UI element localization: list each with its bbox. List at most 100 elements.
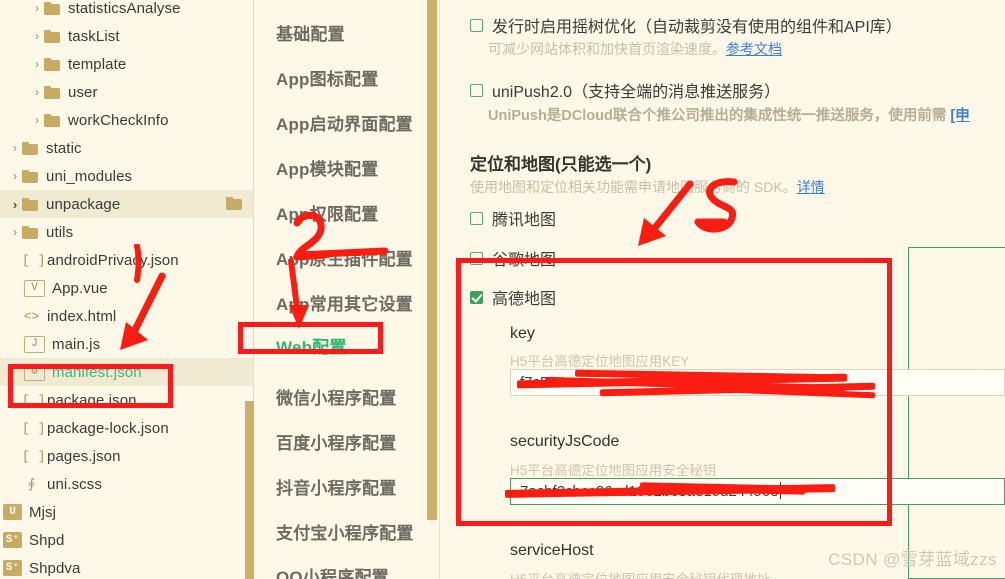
- tree-item-label: androidPrivacy.json: [47, 251, 179, 269]
- config-nav-panel[interactable]: 基础配置 App图标配置 App启动界面配置 App模块配置 App权限配置 App原生插…: [254, 0, 440, 579]
- tree-shaking-option[interactable]: 发行时启用摇树优化（自动裁剪没有使用的组件和API库）: [470, 13, 902, 37]
- amap-securityjscode-input[interactable]: 7acbf2cbcc86cd1061b65ae19d24496e: [510, 478, 1005, 505]
- tree-shaking-doc-link[interactable]: 参考文档: [726, 41, 782, 57]
- tree-row[interactable]: [ ] pages.json: [0, 442, 253, 470]
- amap-servicehost-hint: H5平台高德定位地图应用安全秘钥代理地址: [510, 568, 770, 579]
- unipush-hint: UniPush是DCloud联合个推公司推出的集成性统一推送服务，使用前需 [申: [488, 104, 970, 125]
- config-nav-item[interactable]: 基础配置: [276, 20, 345, 45]
- unipush-checkbox[interactable]: [470, 83, 483, 97]
- chevron-right-icon[interactable]: ›: [8, 197, 22, 212]
- config-nav-item[interactable]: 支付宝小程序配置: [276, 519, 414, 544]
- unipush-label: uniPush2.0（支持全端的消息推送服务）: [492, 84, 781, 101]
- tree-row[interactable]: Jmain.js: [0, 330, 253, 358]
- tree-row[interactable]: <> index.html: [0, 302, 253, 330]
- amap-option[interactable]: 高德地图: [470, 285, 556, 309]
- tree-item-label: Shpdva: [29, 559, 81, 577]
- map-sdk-detail-link[interactable]: 详情: [797, 179, 825, 195]
- amap-key-label: key: [510, 325, 535, 342]
- tree-row[interactable]: U Mjsj: [0, 498, 253, 526]
- google-map-checkbox[interactable]: [470, 251, 483, 265]
- amap-checkbox[interactable]: [470, 290, 483, 304]
- config-nav-item[interactable]: 百度小程序配置: [276, 429, 396, 454]
- tree-row[interactable]: › taskList: [0, 22, 253, 50]
- chevron-right-icon[interactable]: ›: [30, 57, 44, 71]
- google-map-label: 谷歌地图: [492, 252, 557, 269]
- folder-icon: [22, 169, 39, 183]
- config-nav-item[interactable]: App启动界面配置: [276, 110, 413, 135]
- tree-shaking-checkbox[interactable]: [470, 18, 483, 32]
- amap-key-input[interactable]: f7c514: [510, 369, 1005, 396]
- tree-row[interactable]: › uni_modules: [0, 162, 253, 190]
- json-file-icon: [ ]: [22, 252, 46, 268]
- folder-icon: [44, 1, 61, 15]
- tree-row[interactable]: S⁺ Shpdva: [0, 554, 253, 579]
- vue-file-icon: V: [24, 279, 45, 297]
- tree-row[interactable]: ∮ uni.scss: [0, 470, 253, 498]
- amap-servicehost-label: serviceHost: [510, 542, 594, 559]
- tree-item-label: uni.scss: [47, 475, 102, 493]
- chevron-right-icon[interactable]: ›: [8, 141, 22, 155]
- tree-row[interactable]: › user: [0, 78, 253, 106]
- tree-row[interactable]: [ ] package-lock.json: [0, 414, 253, 442]
- tree-row[interactable]: V App.vue: [0, 274, 253, 302]
- tree-item-label: index.html: [47, 307, 117, 325]
- unipush-option[interactable]: uniPush2.0（支持全端的消息推送服务）: [470, 78, 780, 102]
- folder-icon: [44, 85, 61, 99]
- google-map-option[interactable]: 谷歌地图: [470, 246, 556, 270]
- tree-item-label: taskList: [68, 27, 120, 45]
- chevron-right-icon[interactable]: ›: [8, 225, 22, 239]
- tree-item-label: pages.json: [47, 447, 121, 465]
- tree-item-label: uni_modules: [46, 167, 133, 185]
- chevron-right-icon[interactable]: ›: [30, 85, 44, 99]
- folder-icon: [226, 197, 243, 210]
- uniapp-project-icon: S⁺: [3, 560, 22, 576]
- tencent-map-option[interactable]: 腾讯地图: [470, 206, 556, 230]
- tree-row[interactable]: › workCheckInfo: [0, 106, 253, 134]
- config-nav-item[interactable]: App权限配置: [276, 200, 378, 225]
- config-nav-item[interactable]: App原生插件配置: [276, 245, 413, 270]
- tree-row[interactable]: › utils: [0, 218, 253, 246]
- tencent-map-label: 腾讯地图: [492, 212, 557, 229]
- chevron-right-icon[interactable]: ›: [8, 169, 22, 183]
- chevron-right-icon[interactable]: ›: [30, 113, 44, 127]
- tree-item-label: workCheckInfo: [68, 111, 169, 129]
- config-nav-item[interactable]: Web配置: [276, 333, 347, 358]
- config-nav-item[interactable]: 微信小程序配置: [276, 384, 396, 409]
- map-section-hint: 使用地图和定位相关功能需申请地图服务商的 SDK。详情: [470, 177, 825, 197]
- config-nav-item[interactable]: App图标配置: [276, 65, 378, 90]
- config-nav-item[interactable]: QQ小程序配置: [276, 563, 389, 579]
- tree-row[interactable]: [ ] androidPrivacy.json: [0, 246, 253, 274]
- tree-item-label: Mjsj: [29, 503, 57, 521]
- file-explorer-panel[interactable]: › statisticsAnalyse › taskList › template › use…: [0, 0, 254, 579]
- uniapp-project-icon: U: [3, 504, 22, 520]
- tree-item-label: statisticsAnalyse: [68, 0, 181, 17]
- manifest-file-icon: ⚙: [24, 363, 45, 381]
- tree-item-label: static: [46, 139, 82, 157]
- tree-shaking-label: 发行时启用摇树优化（自动裁剪没有使用的组件和API库）: [492, 19, 902, 36]
- tree-shaking-hint: 可减少网站体积和加快首页渲染速度。参考文档: [488, 39, 782, 59]
- uniapp-project-icon: S⁺: [3, 532, 22, 548]
- tree-row[interactable]: S⁺ Shpd: [0, 526, 253, 554]
- tree-item-label: App.vue: [52, 279, 108, 297]
- web-settings-panel[interactable]: 发行时启用摇树优化（自动裁剪没有使用的组件和API库） 可减少网站体积和加快首页…: [440, 0, 1005, 579]
- tree-row[interactable]: ⚙ manifest.json: [0, 358, 253, 386]
- tencent-map-checkbox[interactable]: [470, 211, 483, 225]
- unipush-apply-link[interactable]: [申: [950, 108, 969, 124]
- config-nav-item[interactable]: 抖音小程序配置: [276, 474, 396, 499]
- tree-row[interactable]: › unpackage: [0, 190, 253, 218]
- explorer-scrollbar[interactable]: [245, 401, 254, 579]
- chevron-right-icon[interactable]: ›: [30, 1, 44, 15]
- folder-icon: [44, 29, 61, 43]
- config-nav-item[interactable]: App常用其它设置: [276, 290, 413, 315]
- js-file-icon: J: [24, 335, 45, 353]
- config-nav-scrollbar[interactable]: [427, 0, 437, 520]
- tree-item-label: package.json: [47, 391, 137, 409]
- tree-row[interactable]: › static: [0, 134, 253, 162]
- config-nav-item[interactable]: App模块配置: [276, 155, 378, 180]
- chevron-right-icon[interactable]: ›: [30, 29, 44, 43]
- tree-row[interactable]: [ ] package.json: [0, 386, 253, 414]
- tree-row[interactable]: › statisticsAnalyse: [0, 0, 253, 22]
- amap-group-box: [908, 247, 1005, 579]
- map-section-hint-text: 使用地图和定位相关功能需申请地图服务商的 SDK。: [470, 179, 797, 195]
- tree-row[interactable]: › template: [0, 50, 253, 78]
